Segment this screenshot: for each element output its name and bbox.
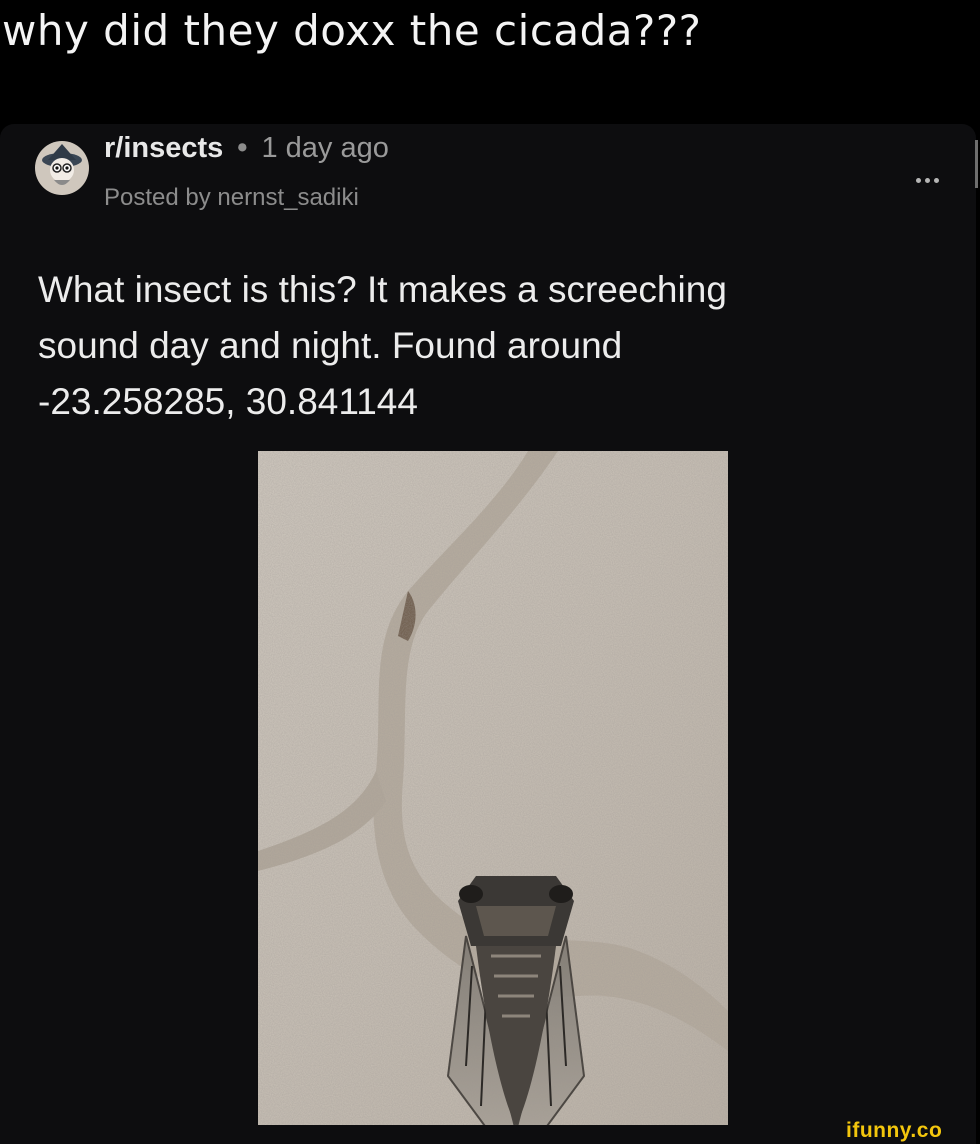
- posted-by[interactable]: Posted by nernst_sadiki: [104, 184, 359, 212]
- post-image-cicada[interactable]: [258, 451, 728, 1143]
- meme-caption: why did they doxx the cicada???: [2, 6, 702, 55]
- post-title-line: -23.258285, 30.841144: [38, 381, 418, 422]
- post-title: What insect is this? It makes a screechi…: [38, 262, 938, 430]
- meta-separator: •: [237, 132, 248, 164]
- post-age: 1 day ago: [261, 132, 389, 164]
- more-options-button[interactable]: [908, 168, 946, 192]
- post-meta: r/insects • 1 day ago: [104, 132, 389, 165]
- ifunny-watermark: ifunny.co: [846, 1119, 943, 1142]
- meme-caption-area: why did they doxx the cicada???: [0, 0, 980, 116]
- subreddit-link[interactable]: r/insects: [104, 132, 223, 164]
- scrollbar[interactable]: [975, 140, 978, 188]
- subreddit-avatar[interactable]: [34, 140, 90, 196]
- cicada-photo: [258, 451, 728, 1143]
- avatar-icon: [35, 141, 89, 195]
- post-title-line: sound day and night. Found around: [38, 325, 623, 366]
- post-title-line: What insect is this? It makes a screechi…: [38, 269, 727, 310]
- more-horizontal-icon: [914, 177, 941, 183]
